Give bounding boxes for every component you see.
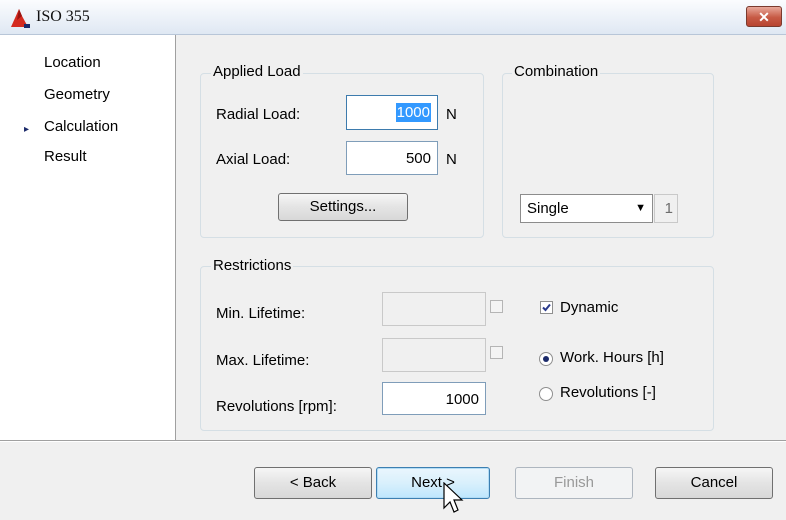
work-hours-label: Work. Hours [h] <box>560 349 664 366</box>
dynamic-checkbox[interactable] <box>540 301 553 314</box>
close-button[interactable]: ✕ <box>746 6 782 27</box>
revolutions-option-label: Revolutions [-] <box>560 384 656 401</box>
calculation-panel: Applied Load Radial Load: 1000 N Axial L… <box>176 35 786 440</box>
max-lifetime-label: Max. Lifetime: <box>216 352 310 369</box>
cancel-button[interactable]: Cancel <box>655 467 773 499</box>
sidebar-item-geometry[interactable]: Geometry <box>44 86 110 103</box>
revolutions-option-radio[interactable] <box>539 387 553 401</box>
revolutions-label: Revolutions [rpm]: <box>216 398 337 415</box>
finish-button: Finish <box>515 467 633 499</box>
chevron-down-icon: ▼ <box>635 202 646 214</box>
radio-selected-dot <box>543 356 549 362</box>
revolutions-input[interactable]: 1000 <box>382 382 486 415</box>
footer-divider-highlight <box>0 441 786 442</box>
radial-load-input[interactable]: 1000 <box>346 95 438 130</box>
combination-select-value: Single <box>527 200 569 217</box>
radial-load-label: Radial Load: <box>216 106 301 123</box>
next-button[interactable]: Next > <box>376 467 490 499</box>
restrictions-title: Restrictions <box>211 257 294 274</box>
work-hours-radio[interactable] <box>539 352 553 366</box>
min-lifetime-label: Min. Lifetime: <box>216 305 306 322</box>
axial-load-unit: N <box>446 151 457 168</box>
combination-count-field: 1 <box>654 194 678 223</box>
app-logo-icon <box>11 9 30 28</box>
settings-button[interactable]: Settings... <box>278 193 408 221</box>
checkmark-icon <box>542 303 551 312</box>
radial-load-unit: N <box>446 106 457 123</box>
min-lifetime-input <box>382 292 486 326</box>
wizard-step-nav: Location Geometry ▸ Calculation Result <box>0 35 176 440</box>
sidebar-item-calculation[interactable]: Calculation <box>44 118 118 135</box>
active-step-arrow-icon: ▸ <box>24 124 30 135</box>
radial-load-value: 1000 <box>395 103 431 122</box>
window-title: ISO 355 <box>36 8 90 25</box>
combination-select[interactable]: Single ▼ <box>520 194 653 223</box>
axial-load-input[interactable]: 500 <box>346 141 438 175</box>
title-bar <box>0 0 786 35</box>
max-lifetime-input <box>382 338 486 372</box>
sidebar-item-location[interactable]: Location <box>44 54 101 71</box>
back-button[interactable]: < Back <box>254 467 372 499</box>
mouse-pointer-icon <box>443 482 464 513</box>
axial-load-label: Axial Load: <box>216 151 291 168</box>
max-lifetime-checkbox <box>490 346 503 359</box>
dynamic-label: Dynamic <box>560 299 619 316</box>
min-lifetime-checkbox <box>490 300 503 313</box>
sidebar-item-result[interactable]: Result <box>44 148 87 165</box>
combination-title: Combination <box>512 63 601 80</box>
applied-load-title: Applied Load <box>211 63 303 80</box>
